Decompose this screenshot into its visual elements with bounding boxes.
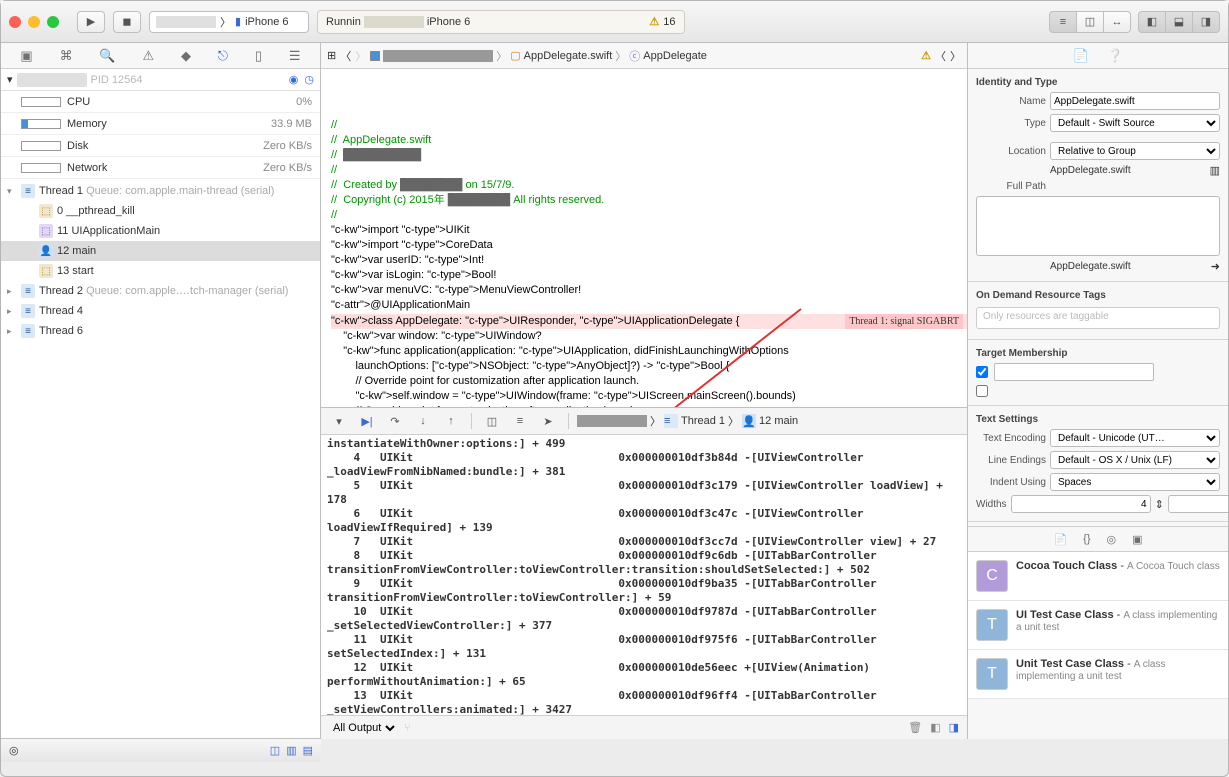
reveal-icon[interactable]: ➜ — [1211, 260, 1220, 273]
line-endings-select[interactable]: Default - OS X / Unix (LF) — [1050, 451, 1220, 469]
tags-header: On Demand Resource Tags — [968, 288, 1228, 303]
file-inspector-icon[interactable]: 📄 — [1073, 48, 1089, 64]
view-debug-icon[interactable]: ◫ — [480, 411, 504, 431]
activity-viewer: Runnin iPhone 6 ⚠16 — [317, 10, 685, 34]
indent-select[interactable]: Spaces — [1050, 473, 1220, 491]
thread-tree[interactable]: ▾≡Thread 1 Queue: com.apple.main-thread … — [1, 179, 320, 739]
main-toolbar: ▶ ◼ 〉 ▮iPhone 6 Runnin iPhone 6 ⚠16 ≡ ◫ … — [1, 1, 1228, 43]
console-pane-icon[interactable]: ◨ — [949, 721, 959, 734]
library-item[interactable]: TUnit Test Case Class - A class implemen… — [968, 650, 1228, 699]
symbol-nav-icon[interactable]: ⌘ — [60, 48, 73, 64]
left-panel-icon[interactable]: ◧ — [1138, 11, 1166, 33]
project-nav-icon[interactable]: ▣ — [20, 48, 32, 64]
utilities-panel: 📄 ❔ Identity and Type Name TypeDefault -… — [968, 43, 1228, 739]
filter-icon[interactable]: ◎ — [9, 744, 19, 757]
right-panel-icon[interactable]: ◨ — [1192, 11, 1220, 33]
indent-width[interactable] — [1168, 495, 1228, 513]
step-over-button[interactable]: ↷ — [383, 411, 407, 431]
gauge-icon[interactable]: ◷ — [304, 73, 314, 86]
encoding-select[interactable]: Default - Unicode (UT… — [1050, 429, 1220, 447]
console-output[interactable]: instantiateWithOwner:options:] + 499 4 U… — [321, 435, 967, 715]
stop-button[interactable]: ◼ — [113, 11, 141, 33]
thread-row[interactable]: ▸≡Thread 4 — [1, 301, 320, 321]
inspector-tabs[interactable]: 📄 ❔ — [968, 43, 1228, 69]
test-nav-icon[interactable]: ◆ — [181, 48, 191, 64]
frame-row[interactable]: ⬚11 UIApplicationMain — [1, 221, 320, 241]
trash-icon[interactable]: 🗑 — [908, 721, 922, 734]
find-nav-icon[interactable]: 🔍 — [99, 48, 115, 64]
object-lib-icon[interactable]: ◎ — [1107, 533, 1117, 546]
tags-field: Only resources are taggable — [976, 307, 1220, 329]
bottom-panel-icon[interactable]: ⬓ — [1165, 11, 1193, 33]
text-settings-header: Text Settings — [968, 412, 1228, 427]
thread-row[interactable]: ▸≡Thread 6 — [1, 321, 320, 341]
thread-row[interactable]: ▾≡Thread 1 Queue: com.apple.main-thread … — [1, 181, 320, 201]
target-check-2[interactable] — [976, 385, 988, 397]
thread-row[interactable]: ▸≡Thread 2 Queue: com.apple.…tch-manager… — [1, 281, 320, 301]
assistant-editor-icon[interactable]: ◫ — [1076, 11, 1104, 33]
metric-row[interactable]: NetworkZero KB/s — [1, 157, 320, 179]
file-name-field[interactable] — [1050, 92, 1220, 110]
folder-icon[interactable]: ▥ — [1210, 164, 1220, 177]
vars-pane-icon[interactable]: ◧ — [930, 721, 940, 734]
debug-bar[interactable]: ▾ ▶| ↷ ↓ ↑ ◫ ≡ ➤ 〉 ≡ Thread 1 〉 👤 12 mai… — [321, 407, 967, 435]
location-icon[interactable]: ➤ — [536, 411, 560, 431]
file-type-select[interactable]: Default - Swift Source — [1050, 114, 1220, 132]
close-window[interactable] — [9, 16, 21, 28]
eye-icon[interactable]: ◉ — [289, 73, 299, 86]
media-lib-icon[interactable]: ▣ — [1132, 533, 1142, 546]
zoom-window[interactable] — [47, 16, 59, 28]
warning-icon[interactable]: ⚠ — [649, 15, 659, 28]
console-bar[interactable]: All Output ⑂ 🗑 ◧ ◨ — [321, 715, 967, 739]
frame-row[interactable]: ⬚13 start — [1, 261, 320, 281]
help-inspector-icon[interactable]: ❔ — [1107, 48, 1123, 64]
metric-row[interactable]: CPU0% — [1, 91, 320, 113]
code-snippet-icon[interactable]: {} — [1083, 533, 1090, 545]
process-row[interactable]: ▾ PID 12564 ◉◷ — [1, 69, 320, 91]
filter-opt3-icon[interactable]: ▤ — [303, 744, 313, 757]
continue-button[interactable]: ▶| — [355, 411, 379, 431]
tab-width[interactable] — [1011, 495, 1151, 513]
editor-area: ⊞ 〈〉 〉▢AppDelegate.swift 〉ⓒAppDelegate ⚠… — [321, 43, 968, 739]
step-in-button[interactable]: ↓ — [411, 411, 435, 431]
filter-opt1-icon[interactable]: ◫ — [270, 744, 280, 757]
navigator-panel: ▣ ⌘ 🔍 ⚠ ◆ ⎋ ▯ ☰ ▾ PID 12564 ◉◷ CPU0%Memo… — [1, 43, 321, 739]
memory-graph-icon[interactable]: ≡ — [508, 411, 532, 431]
related-items-icon[interactable]: ⊞ — [327, 49, 336, 62]
location-select[interactable]: Relative to Group — [1050, 142, 1220, 160]
metric-row[interactable]: Memory33.9 MB — [1, 113, 320, 135]
breakpoint-nav-icon[interactable]: ▯ — [255, 48, 262, 64]
full-path-box — [976, 196, 1220, 256]
hide-debug-icon[interactable]: ▾ — [327, 411, 351, 431]
filter-opt2-icon[interactable]: ▥ — [286, 744, 296, 757]
version-editor-icon[interactable]: ↔ — [1103, 11, 1131, 33]
window-controls — [9, 16, 59, 28]
editor-mode-segment[interactable]: ≡ ◫ ↔ — [1050, 11, 1131, 33]
library-tabs[interactable]: 📄 {} ◎ ▣ — [968, 526, 1228, 552]
library-item[interactable]: CCocoa Touch Class - A Cocoa Touch class — [968, 552, 1228, 601]
navigator-tabs[interactable]: ▣ ⌘ 🔍 ⚠ ◆ ⎋ ▯ ☰ — [1, 43, 320, 69]
output-filter[interactable]: All Output — [329, 721, 398, 735]
library-item[interactable]: TUI Test Case Class - A class implementi… — [968, 601, 1228, 650]
run-button[interactable]: ▶ — [77, 11, 105, 33]
standard-editor-icon[interactable]: ≡ — [1049, 11, 1077, 33]
scheme-selector[interactable]: 〉 ▮iPhone 6 — [149, 11, 309, 33]
target-check-1[interactable] — [976, 366, 988, 378]
navigator-filter-bar[interactable]: ◎ ◫ ▥ ▤ — [1, 738, 321, 762]
jump-bar[interactable]: ⊞ 〈〉 〉▢AppDelegate.swift 〉ⓒAppDelegate ⚠… — [321, 43, 967, 69]
report-nav-icon[interactable]: ☰ — [289, 48, 301, 64]
minimize-window[interactable] — [28, 16, 40, 28]
frame-row[interactable]: ⬚0 __pthread_kill — [1, 201, 320, 221]
step-out-button[interactable]: ↑ — [439, 411, 463, 431]
target-header: Target Membership — [968, 346, 1228, 361]
identity-header: Identity and Type — [968, 75, 1228, 90]
frame-row[interactable]: 👤12 main — [1, 241, 320, 261]
metric-row[interactable]: DiskZero KB/s — [1, 135, 320, 157]
issue-nav-icon[interactable]: ⚠ — [142, 48, 154, 64]
panel-toggle-segment[interactable]: ◧ ⬓ ◨ — [1139, 11, 1220, 33]
file-template-icon[interactable]: 📄 — [1053, 533, 1067, 546]
source-editor[interactable]: //// AppDelegate.swift// ██████████//// … — [321, 69, 967, 407]
debug-nav-icon[interactable]: ⎋ — [218, 48, 228, 64]
